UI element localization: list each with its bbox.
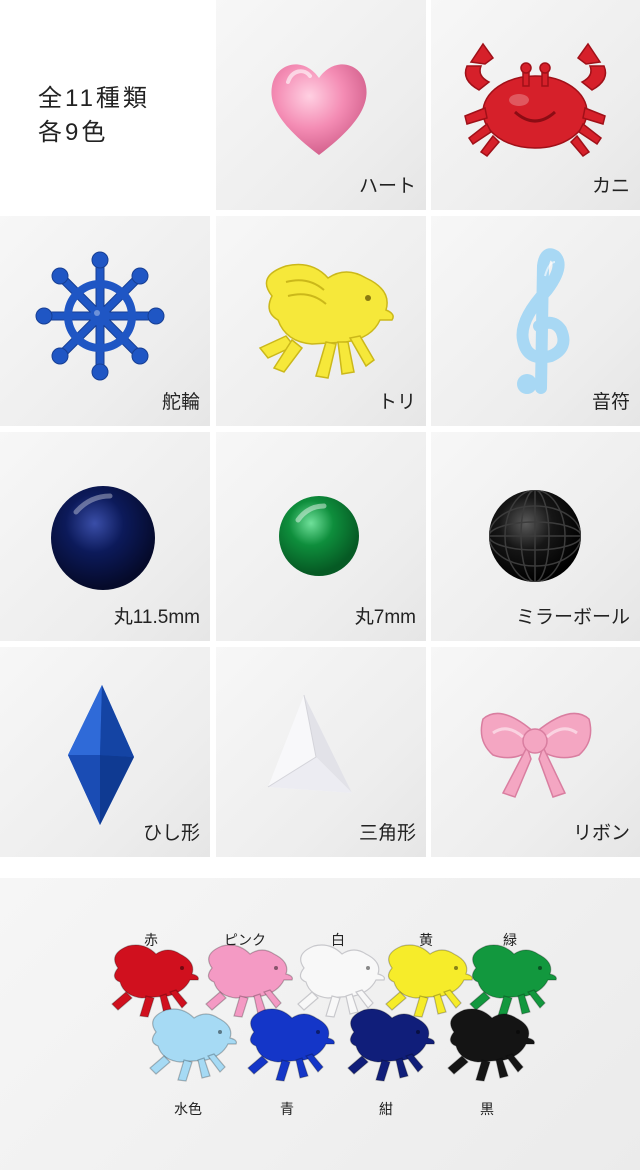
bird-button-red (111, 944, 199, 1018)
shape-label: ハート (358, 176, 416, 197)
color-label-white: 白 (331, 932, 345, 948)
bird-button-pink (205, 944, 293, 1018)
shape-cell-treble-clef: 音符 (431, 216, 640, 426)
color-label-red: 赤 (144, 932, 158, 948)
shape-label: ひし形 (142, 823, 200, 844)
bird-button-light-blue (149, 1008, 237, 1082)
shape-cell-ship-wheel: 舵輪 (0, 216, 210, 426)
color-label-yellow: 黄 (419, 932, 433, 948)
shape-label: カニ (591, 176, 630, 197)
shape-label: 丸11.5mm (113, 607, 200, 628)
shape-label: ミラーボール (515, 607, 630, 628)
bird-button-green (469, 944, 558, 1018)
type-count-text: 全11種類 (38, 85, 150, 112)
bird-button-navy (347, 1008, 435, 1082)
color-label-pink: ピンク (224, 932, 266, 948)
shape-label: 三角形 (358, 823, 416, 844)
shape-label: 丸7mm (354, 607, 416, 628)
shape-cell-heart: ハート (216, 0, 426, 210)
shape-label: 音符 (591, 392, 630, 413)
color-count-text: 各9色 (38, 119, 109, 146)
bird-button-black (447, 1008, 536, 1082)
shape-cell-mirror-ball: ミラーボール (431, 432, 640, 641)
shape-label: 舵輪 (161, 392, 200, 413)
color-variants-panel: 赤 ピンク 白 黄 緑 水色 青 紺 黒 (0, 878, 640, 1170)
shape-cell-diamond: ひし形 (0, 647, 210, 857)
shape-cell-bird: トリ (216, 216, 426, 426)
shape-cell-round-large: 丸11.5mm (0, 432, 210, 641)
color-label-green: 緑 (503, 932, 517, 948)
shape-label: トリ (377, 392, 416, 413)
shape-cell-triangle: 三角形 (216, 647, 426, 857)
intro-panel: 全11種類 各9色 (0, 0, 212, 210)
bird-button-white (297, 944, 385, 1018)
color-label-black: 黒 (480, 1101, 494, 1117)
color-variant-birds (111, 944, 558, 1082)
bird-button-blue (247, 1008, 335, 1082)
bird-button-yellow (385, 944, 473, 1018)
color-label-light-blue: 水色 (174, 1101, 202, 1117)
shape-label: リボン (572, 823, 630, 844)
color-label-navy: 紺 (379, 1101, 393, 1117)
color-label-blue: 青 (280, 1101, 294, 1117)
shape-cell-round-small: 丸7mm (216, 432, 426, 641)
shape-cell-ribbon: リボン (431, 647, 640, 857)
shape-cell-crab: カニ (431, 0, 640, 210)
